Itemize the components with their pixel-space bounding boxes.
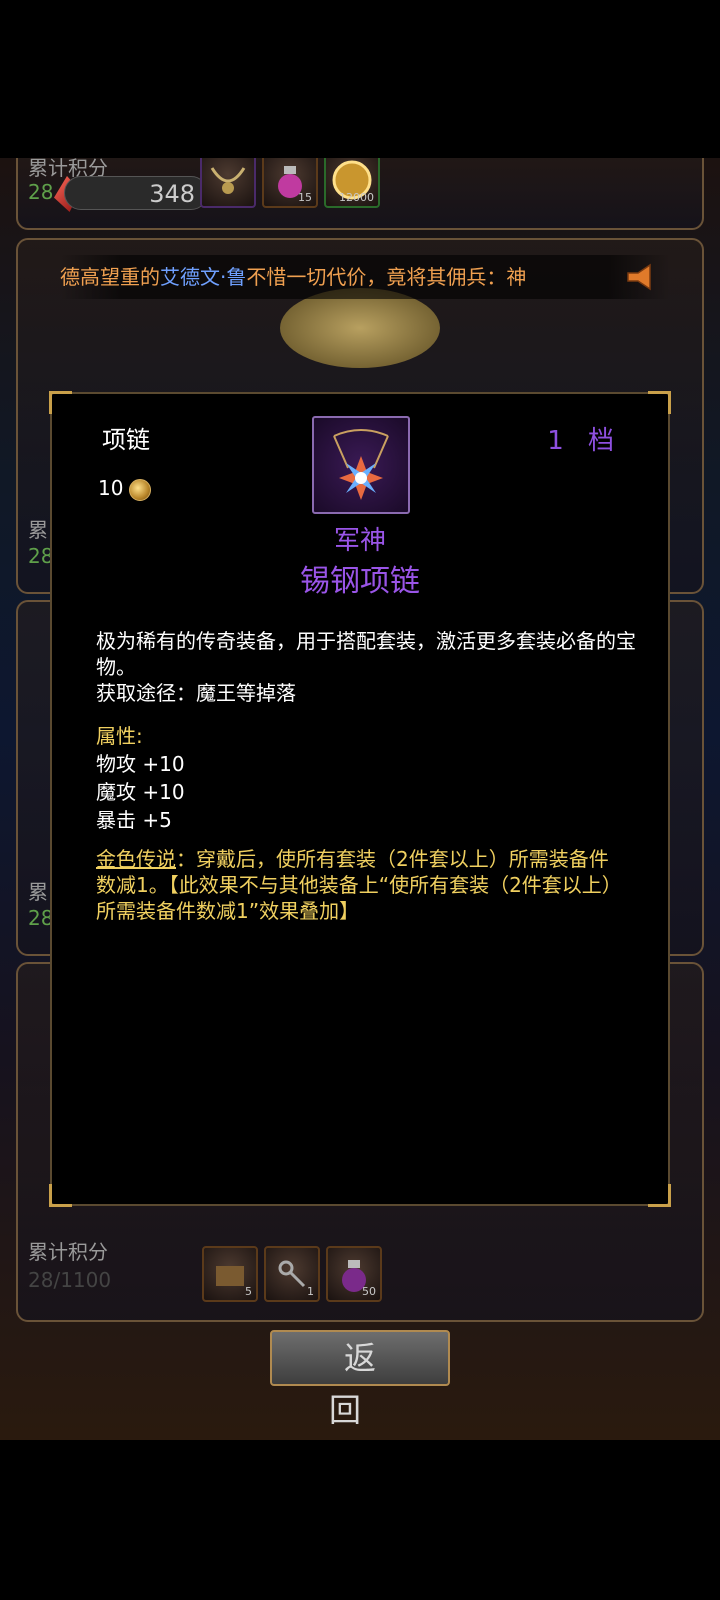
coin-icon [129,478,152,501]
item-description: 极为稀有的传奇装备，用于搭配套装，激活更多套装必备的宝物。 获取途径：魔王等掉落 [96,628,636,706]
price-value: 10 [98,476,124,500]
item-slot-type: 项链 [102,426,150,454]
card-count: 28 [28,180,54,204]
item-prefix: 军神 [333,526,386,556]
announcement-marquee: 德高望重的艾德文·鲁不惜一切代价，竟将其佣兵：神 [60,255,670,299]
necklace-icon [333,429,389,500]
reward-slot[interactable]: 1 [264,1246,320,1302]
score-bar: 348 [64,176,208,210]
attribute-line: 物攻 +10 [96,752,185,776]
megaphone-icon [627,263,651,291]
reward-slot[interactable]: 15 [262,158,318,208]
reward-slot[interactable]: 12000 [324,158,380,208]
marquee-prefix: 德高望重的 [60,265,160,289]
boss-crown-image [280,288,440,368]
marquee-name: 艾德文·鲁 [160,265,247,289]
item-price: 10 [98,476,152,501]
frame-corner [49,1184,72,1207]
item-detail-modal: 项链 1 档 10 军神 锡钢项链 极为稀有的传奇装备，用于搭配套装，激活更多套… [49,391,671,1207]
attributes-title: 属性: [96,724,143,748]
card-label: 累 [28,880,48,904]
reward-slot[interactable]: 5 [202,1246,258,1302]
reward-qty: 50 [362,1285,376,1298]
reward-qty: 12000 [339,191,374,204]
score-value: 348 [149,180,195,208]
item-name: 锡钢项链 [300,564,420,599]
marquee-suffix: 不惜一切代价，竟将其佣兵：神 [246,265,527,289]
description-text: 极为稀有的传奇装备，用于搭配套装，激活更多套装必备的宝物。 [96,629,636,679]
reward-qty: 15 [298,191,312,204]
reward-card-top: 累计积分 28 348 15 12000 [16,158,704,230]
reward-slot[interactable] [200,158,256,208]
frame-corner [648,1184,671,1207]
legendary-effect: 金色传说：穿戴后，使所有套装（2件套以上）所需装备件数减1。【此效果不与其他装备… [96,846,626,924]
card-label: 累计积分 [28,1240,108,1264]
acquisition-source: 获取途径：魔王等掉落 [96,681,296,705]
back-button[interactable]: 返 回 [270,1330,450,1429]
card-label: 累 [28,518,48,542]
attribute-line: 魔攻 +10 [96,780,185,804]
card-count: 28/1100 [28,1268,112,1292]
frame-corner [648,391,671,414]
reward-qty: 5 [245,1285,252,1298]
attribute-line: 暴击 +5 [96,808,172,832]
item-icon-frame [312,416,410,514]
reward-qty: 1 [307,1285,314,1298]
frame-corner [49,391,72,414]
legendary-label: 金色传说 [96,847,176,871]
winged-necklace-icon [210,167,246,194]
item-tier: 1 档 [547,426,622,456]
reward-slot[interactable]: 50 [326,1246,382,1302]
